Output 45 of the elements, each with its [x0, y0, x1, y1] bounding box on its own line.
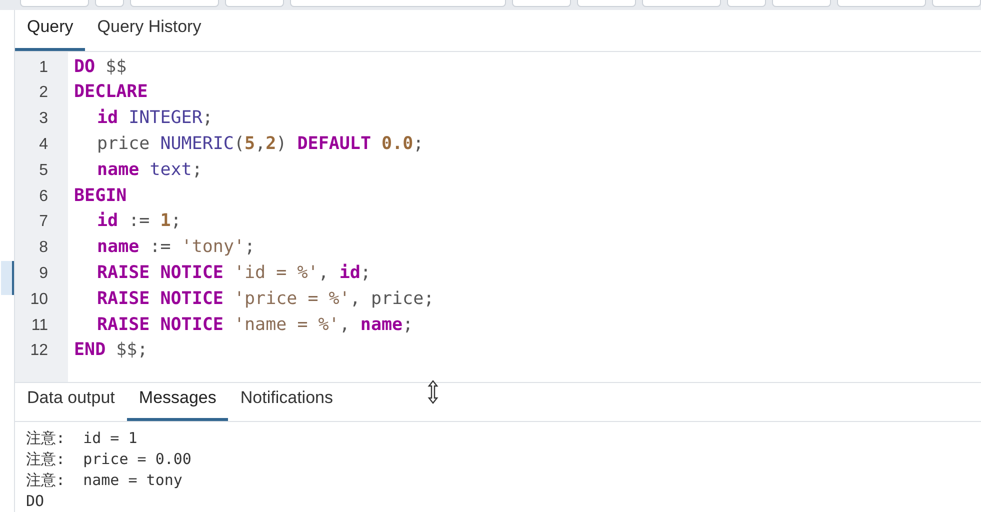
- line-number: 11: [31, 316, 48, 334]
- message-line: 注意: id = 1: [26, 429, 138, 447]
- line-number: 5: [39, 162, 48, 179]
- message-line: 注意: price = 0.00: [26, 450, 192, 468]
- code-line: DO $$: [74, 56, 127, 79]
- toolbar-button[interactable]: [20, 0, 89, 7]
- line-number: 12: [30, 342, 48, 360]
- tab[interactable]: Query History: [85, 10, 214, 51]
- toolbar-button[interactable]: [94, 0, 124, 7]
- toolbar-button[interactable]: [837, 0, 926, 7]
- toolbar-button[interactable]: [224, 0, 284, 7]
- toolbar-button[interactable]: [642, 0, 721, 7]
- line-number: 1: [39, 58, 48, 76]
- code-line: RAISE NOTICE 'name = %', name;: [96, 314, 414, 337]
- message-line: 注意: name = tony: [26, 471, 182, 489]
- toolbar-button[interactable]: [726, 0, 766, 7]
- code-line: DECLARE: [74, 81, 148, 104]
- code-line: id INTEGER;: [96, 107, 213, 130]
- code-line: RAISE NOTICE 'price = %', price;: [96, 288, 434, 311]
- line-number: 8: [39, 239, 48, 256]
- toolbar-button[interactable]: [772, 0, 832, 7]
- line-number: 9: [39, 265, 48, 282]
- line-number: 2: [39, 84, 48, 102]
- tab[interactable]: Notifications: [228, 380, 345, 421]
- code-line: END $$;: [74, 339, 148, 362]
- toolbar-button[interactable]: [512, 0, 572, 7]
- line-number: 7: [39, 213, 48, 230]
- line-number: 3: [39, 110, 48, 128]
- tab[interactable]: Messages: [126, 380, 228, 421]
- code-line: name text;: [96, 158, 202, 182]
- code-line: RAISE NOTICE 'id = %', id;: [96, 262, 371, 286]
- line-number: 4: [39, 136, 48, 154]
- code-line: BEGIN: [74, 184, 127, 208]
- toolbar-button[interactable]: [932, 0, 981, 7]
- code-line: id := 1;: [96, 210, 182, 234]
- message-line: DO: [26, 492, 44, 510]
- toolbar-button[interactable]: [577, 0, 636, 7]
- toolbar-button[interactable]: [290, 0, 506, 7]
- line-number: 6: [39, 188, 48, 205]
- code-line: name := 'tony';: [96, 236, 256, 260]
- line-number: 10: [30, 290, 48, 308]
- toolbar-button[interactable]: [130, 0, 219, 7]
- code-line: price NUMERIC(5,2) DEFAULT 0.0;: [96, 133, 424, 156]
- tab[interactable]: Data output: [15, 380, 127, 421]
- resize-cursor-icon: [427, 380, 439, 404]
